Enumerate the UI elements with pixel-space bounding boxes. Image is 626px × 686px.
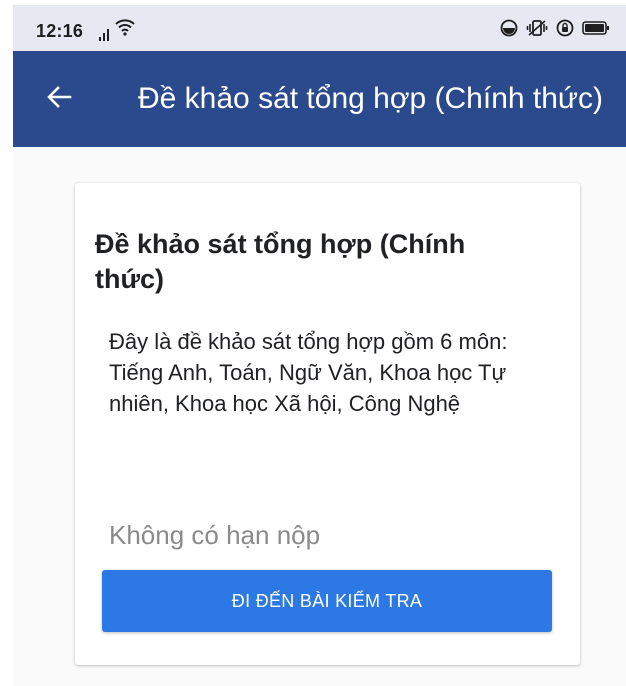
vibrate-icon xyxy=(526,19,548,42)
alarm-icon xyxy=(556,19,574,42)
content-area: Đề khảo sát tổng hợp (Chính thức) Đây là… xyxy=(13,147,626,686)
deadline-text: Không có hạn nộp xyxy=(109,520,321,550)
status-left-icons xyxy=(99,18,135,41)
signal-icon xyxy=(99,27,109,41)
status-time: 12:16 xyxy=(36,21,84,41)
arrow-left-icon xyxy=(46,85,72,114)
go-to-test-button[interactable]: ĐI ĐẾN BÀI KIỂM TRA xyxy=(102,570,552,632)
status-bar: 12:16 xyxy=(13,5,626,51)
card-title: Đề khảo sát tổng hợp (Chính thức) xyxy=(95,229,466,294)
app-bar: Đề khảo sát tổng hợp (Chính thức) xyxy=(13,51,626,147)
wifi-icon xyxy=(115,18,135,41)
back-button[interactable] xyxy=(39,79,79,119)
app-screen: 12:16 Đề khảo sát tổng hợp (Chính thức) … xyxy=(0,0,626,686)
battery-icon xyxy=(582,20,610,41)
card-description: Đây là đề khảo sát tổng hợp gồm 6 môn: T… xyxy=(109,329,508,416)
focus-icon xyxy=(500,19,518,42)
status-right-icons xyxy=(500,19,610,42)
exam-card: Đề khảo sát tổng hợp (Chính thức) Đây là… xyxy=(75,183,580,665)
page-title: Đề khảo sát tổng hợp (Chính thức) xyxy=(138,82,603,115)
